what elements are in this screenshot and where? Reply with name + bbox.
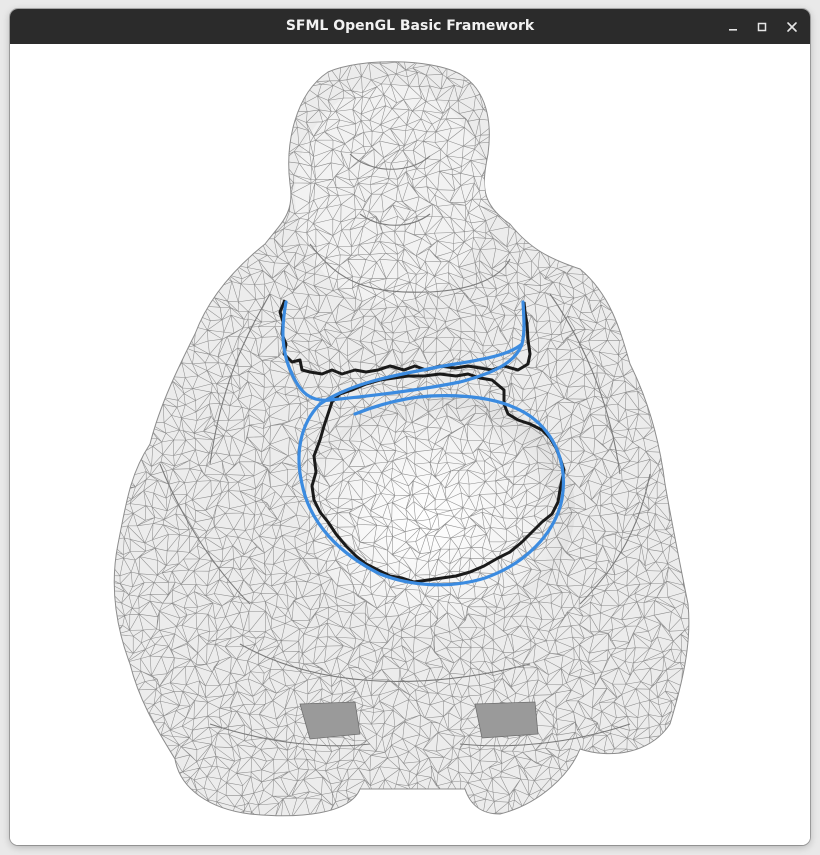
close-button[interactable]	[781, 16, 803, 38]
close-icon	[787, 22, 797, 32]
right-foot-shadow	[474, 701, 539, 739]
buddha-mesh-render	[113, 61, 690, 817]
belly-shading	[305, 394, 575, 624]
maximize-icon	[757, 22, 767, 32]
left-foot-shadow	[299, 701, 361, 740]
window-title: SFML OpenGL Basic Framework	[285, 18, 535, 34]
minimize-button[interactable]	[722, 16, 744, 38]
head-shading	[295, 84, 485, 304]
app-window: SFML OpenGL Basic Framework	[10, 9, 810, 845]
minimize-icon	[729, 29, 737, 31]
maximize-button[interactable]	[751, 16, 773, 38]
title-bar[interactable]: SFML OpenGL Basic Framework	[10, 9, 810, 44]
gl-viewport[interactable]	[10, 44, 810, 845]
